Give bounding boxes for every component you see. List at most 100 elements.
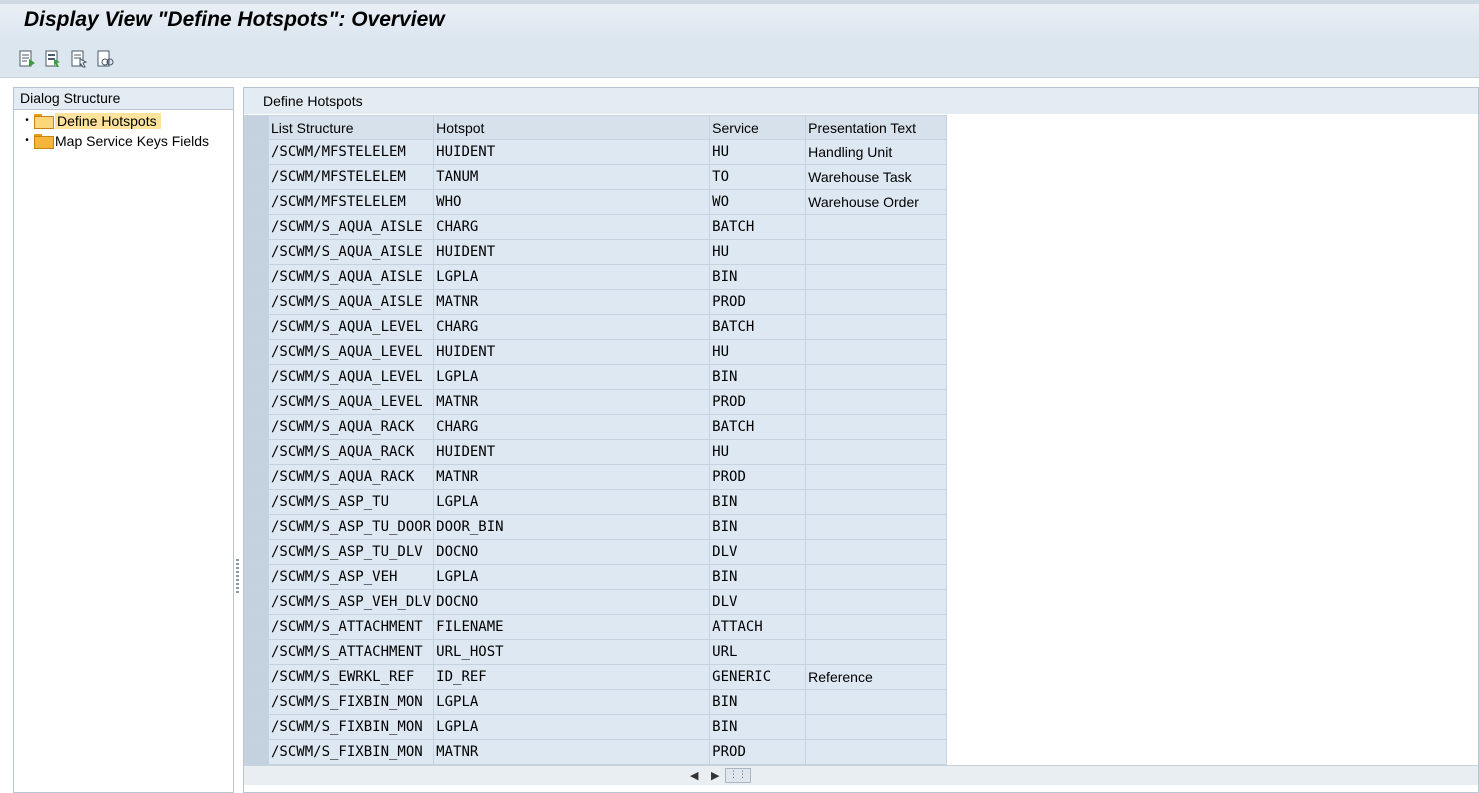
cell-hotspot[interactable]: HUIDENT xyxy=(433,439,711,465)
select-block-button[interactable] xyxy=(69,49,89,69)
cell-service[interactable]: PROD xyxy=(709,289,807,315)
table-row[interactable]: /SCWM/S_EWRKL_REF ID_REF GENERIC Reference xyxy=(244,664,948,690)
cell-hotspot[interactable]: MATNR xyxy=(433,464,711,490)
row-selector[interactable] xyxy=(244,264,269,290)
cell-service[interactable]: HU xyxy=(709,339,807,365)
table-row[interactable]: /SCWM/S_AQUA_LEVEL CHARG BATCH xyxy=(244,314,948,340)
cell-hotspot[interactable]: MATNR xyxy=(433,739,711,765)
cell-hotspot[interactable]: LGPLA xyxy=(433,264,711,290)
cell-service[interactable]: ATTACH xyxy=(709,614,807,640)
table-row[interactable]: /SCWM/S_AQUA_RACK CHARG BATCH xyxy=(244,414,948,440)
row-selector[interactable] xyxy=(244,139,269,165)
cell-hotspot[interactable]: TANUM xyxy=(433,164,711,190)
row-selector[interactable] xyxy=(244,739,269,765)
cell-presentation-text[interactable]: Handling Unit xyxy=(805,139,948,165)
cell-list-structure[interactable]: /SCWM/S_AQUA_RACK xyxy=(267,464,435,490)
row-selector[interactable] xyxy=(244,639,269,665)
cell-presentation-text[interactable] xyxy=(805,464,948,490)
cell-service[interactable]: URL xyxy=(709,639,807,665)
cell-hotspot[interactable]: ID_REF xyxy=(433,664,711,690)
table-row[interactable]: /SCWM/S_AQUA_LEVEL MATNR PROD xyxy=(244,389,948,415)
row-selector[interactable] xyxy=(244,514,269,540)
cell-presentation-text[interactable] xyxy=(805,389,948,415)
cell-presentation-text[interactable] xyxy=(805,439,948,465)
row-selector[interactable] xyxy=(244,289,269,315)
tree-item-define-hotspots[interactable]: • Define Hotspots xyxy=(14,111,233,130)
cell-list-structure[interactable]: /SCWM/S_ASP_VEH_DLV xyxy=(267,589,435,615)
cell-list-structure[interactable]: /SCWM/S_ATTACHMENT xyxy=(267,639,435,665)
cell-presentation-text[interactable] xyxy=(805,414,948,440)
cell-list-structure[interactable]: /SCWM/S_AQUA_AISLE xyxy=(267,239,435,265)
cell-hotspot[interactable]: WHO xyxy=(433,189,711,215)
cell-list-structure[interactable]: /SCWM/S_AQUA_LEVEL xyxy=(267,339,435,365)
row-selector[interactable] xyxy=(244,314,269,340)
cell-hotspot[interactable]: LGPLA xyxy=(433,689,711,715)
cell-presentation-text[interactable] xyxy=(805,689,948,715)
cell-presentation-text[interactable] xyxy=(805,214,948,240)
column-header-service[interactable]: Service xyxy=(709,115,807,140)
cell-list-structure[interactable]: /SCWM/MFSTELELEM xyxy=(267,164,435,190)
row-selector[interactable] xyxy=(244,539,269,565)
cell-service[interactable]: TO xyxy=(709,164,807,190)
table-row[interactable]: /SCWM/S_ASP_TU LGPLA BIN xyxy=(244,489,948,515)
cell-service[interactable]: HU xyxy=(709,239,807,265)
table-row[interactable]: /SCWM/S_FIXBIN_MON LGPLA BIN xyxy=(244,714,948,740)
scroll-thumb[interactable]: ⋮⋮ xyxy=(725,768,751,783)
row-selector[interactable] xyxy=(244,164,269,190)
cell-list-structure[interactable]: /SCWM/S_ASP_VEH xyxy=(267,564,435,590)
cell-presentation-text[interactable] xyxy=(805,514,948,540)
cell-list-structure[interactable]: /SCWM/S_ASP_TU_DLV xyxy=(267,539,435,565)
table-row[interactable]: /SCWM/S_AQUA_AISLE HUIDENT HU xyxy=(244,239,948,265)
cell-presentation-text[interactable] xyxy=(805,539,948,565)
column-header-list-structure[interactable]: List Structure xyxy=(267,115,435,140)
cell-hotspot[interactable]: CHARG xyxy=(433,414,711,440)
cell-presentation-text[interactable] xyxy=(805,314,948,340)
cell-presentation-text[interactable]: Warehouse Order xyxy=(805,189,948,215)
cell-hotspot[interactable]: DOOR_BIN xyxy=(433,514,711,540)
cell-list-structure[interactable]: /SCWM/S_AQUA_AISLE xyxy=(267,214,435,240)
row-selector[interactable] xyxy=(244,239,269,265)
cell-service[interactable]: BIN xyxy=(709,514,807,540)
cell-service[interactable]: HU xyxy=(709,139,807,165)
cell-service[interactable]: PROD xyxy=(709,389,807,415)
cell-service[interactable]: BATCH xyxy=(709,314,807,340)
cell-list-structure[interactable]: /SCWM/S_AQUA_AISLE xyxy=(267,264,435,290)
cell-presentation-text[interactable] xyxy=(805,264,948,290)
cell-service[interactable]: WO xyxy=(709,189,807,215)
horizontal-scrollbar[interactable]: ◀ ▶ ⋮⋮ xyxy=(244,765,1478,785)
table-row[interactable]: /SCWM/S_AQUA_AISLE MATNR PROD xyxy=(244,289,948,315)
cell-list-structure[interactable]: /SCWM/S_AQUA_AISLE xyxy=(267,289,435,315)
table-row[interactable]: /SCWM/S_AQUA_RACK HUIDENT HU xyxy=(244,439,948,465)
cell-hotspot[interactable]: LGPLA xyxy=(433,564,711,590)
row-selector[interactable] xyxy=(244,364,269,390)
cell-presentation-text[interactable] xyxy=(805,339,948,365)
row-selector[interactable] xyxy=(244,489,269,515)
cell-presentation-text[interactable] xyxy=(805,614,948,640)
cell-service[interactable]: BIN xyxy=(709,364,807,390)
table-row[interactable]: /SCWM/S_AQUA_LEVEL HUIDENT HU xyxy=(244,339,948,365)
cell-hotspot[interactable]: DOCNO xyxy=(433,539,711,565)
cell-hotspot[interactable]: URL_HOST xyxy=(433,639,711,665)
table-row[interactable]: /SCWM/S_ATTACHMENT URL_HOST URL xyxy=(244,639,948,665)
cell-list-structure[interactable]: /SCWM/MFSTELELEM xyxy=(267,189,435,215)
row-selector[interactable] xyxy=(244,439,269,465)
cell-list-structure[interactable]: /SCWM/S_AQUA_LEVEL xyxy=(267,364,435,390)
cell-presentation-text[interactable] xyxy=(805,639,948,665)
cell-service[interactable]: DLV xyxy=(709,539,807,565)
row-selector[interactable] xyxy=(244,689,269,715)
table-row[interactable]: /SCWM/MFSTELELEM TANUM TO Warehouse Task xyxy=(244,164,948,190)
table-row[interactable]: /SCWM/S_FIXBIN_MON MATNR PROD xyxy=(244,739,948,765)
row-selector[interactable] xyxy=(244,389,269,415)
row-selector[interactable] xyxy=(244,414,269,440)
row-selector[interactable] xyxy=(244,214,269,240)
cell-hotspot[interactable]: CHARG xyxy=(433,214,711,240)
table-row[interactable]: /SCWM/S_ASP_TU_DOOR DOOR_BIN BIN xyxy=(244,514,948,540)
table-row[interactable]: /SCWM/S_AQUA_AISLE LGPLA BIN xyxy=(244,264,948,290)
row-selector[interactable] xyxy=(244,614,269,640)
table-row[interactable]: /SCWM/S_ASP_VEH_DLV DOCNO DLV xyxy=(244,589,948,615)
cell-hotspot[interactable]: MATNR xyxy=(433,289,711,315)
cell-service[interactable]: BATCH xyxy=(709,414,807,440)
cell-service[interactable]: HU xyxy=(709,439,807,465)
cell-hotspot[interactable]: LGPLA xyxy=(433,364,711,390)
scroll-right-icon[interactable]: ▶ xyxy=(711,769,719,782)
